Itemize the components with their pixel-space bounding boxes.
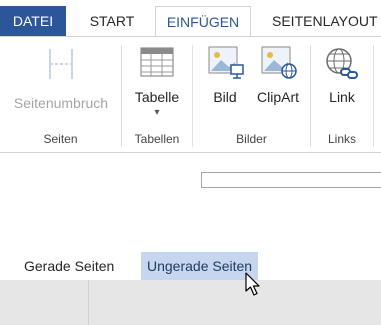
group-pictures-label: Bilder	[236, 132, 267, 146]
odd-pages-option[interactable]: Ungerade Seiten	[141, 252, 259, 280]
picture-label: Bild	[213, 89, 237, 105]
even-pages-option[interactable]: Gerade Seiten	[18, 252, 120, 280]
group-tables-label: Tabellen	[134, 132, 180, 146]
clipart-icon	[261, 46, 297, 79]
tab-file[interactable]: DATEI	[0, 6, 66, 37]
group-pages: Seitenumbruch Seiten	[0, 37, 121, 152]
ribbon-separator	[373, 45, 374, 147]
tab-insert[interactable]: EINFÜGEN	[155, 6, 251, 38]
link-label: Link	[329, 89, 355, 105]
group-links-label: Links	[327, 132, 356, 146]
header-field[interactable]	[201, 172, 381, 188]
page-break-icon	[49, 49, 73, 79]
table-button[interactable]: Tabelle ▾	[128, 45, 186, 118]
table-label: Tabelle	[134, 89, 180, 105]
table-icon	[140, 47, 174, 77]
clipart-button[interactable]: ClipArt	[251, 45, 305, 105]
tab-start[interactable]: START	[78, 6, 146, 37]
ribbon: Seitenumbruch Seiten Tabelle ▾ Tabellen	[0, 36, 381, 153]
picture-icon	[208, 46, 244, 79]
picture-button[interactable]: Bild	[203, 45, 247, 105]
clipart-label: ClipArt	[256, 89, 299, 105]
link-icon	[326, 48, 358, 79]
group-pages-label: Seiten	[43, 132, 78, 146]
mouse-cursor-icon	[245, 272, 260, 296]
page-break-button[interactable]: Seitenumbruch	[8, 45, 114, 111]
page-background	[0, 280, 381, 325]
tab-page-layout[interactable]: SEITENLAYOUT	[262, 6, 381, 37]
page-break-label: Seitenumbruch	[13, 95, 109, 111]
group-links: Link Links	[311, 37, 373, 152]
page-divider	[88, 280, 89, 325]
table-dropdown-icon: ▾	[154, 107, 160, 118]
ribbon-tab-bar: DATEI START EINFÜGEN SEITENLAYOUT	[0, 0, 381, 38]
group-tables: Tabelle ▾ Tabellen	[122, 37, 192, 152]
link-button[interactable]: Link	[317, 45, 367, 105]
group-pictures: Bild ClipArt Bilder	[193, 37, 310, 152]
